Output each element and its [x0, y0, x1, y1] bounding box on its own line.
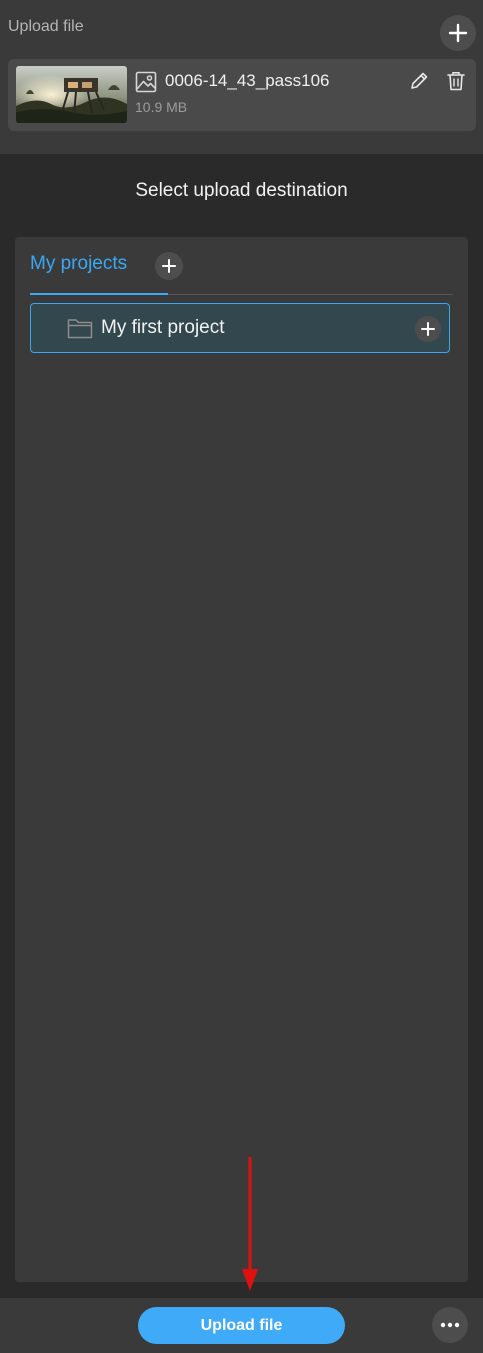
folder-icon — [67, 319, 93, 339]
destination-panel: My projects My first project — [15, 237, 468, 1282]
project-item[interactable]: My first project — [30, 303, 450, 353]
file-section: Upload file 0006-14_43_pass106 10.9 MB — [0, 0, 483, 154]
file-size: 10.9 MB — [135, 99, 188, 115]
tab-bar: My projects — [30, 237, 453, 295]
file-thumbnail — [16, 66, 127, 123]
trash-icon[interactable] — [445, 70, 467, 92]
plus-icon — [162, 259, 176, 273]
action-bar: Upload file — [0, 1298, 483, 1353]
tab-label: My projects — [30, 253, 128, 274]
plus-icon — [421, 322, 435, 336]
add-subfolder-button[interactable] — [415, 316, 441, 342]
file-name: 0006-14_43_pass106 — [165, 71, 330, 90]
plus-icon — [448, 23, 468, 43]
destination-title: Select upload destination — [135, 180, 348, 201]
tab-my-projects[interactable]: My projects — [30, 237, 168, 295]
add-project-button[interactable] — [155, 252, 183, 280]
upload-file-button[interactable]: Upload file — [138, 1307, 345, 1344]
section-title: Upload file — [8, 18, 84, 35]
add-file-button[interactable] — [440, 15, 476, 51]
pencil-icon[interactable] — [408, 70, 430, 92]
file-card: 0006-14_43_pass106 10.9 MB — [8, 59, 476, 131]
ellipsis-icon — [440, 1322, 460, 1328]
project-name: My first project — [101, 317, 225, 338]
image-icon — [135, 71, 157, 93]
more-options-button[interactable] — [432, 1307, 468, 1343]
arrow-down-icon — [242, 1157, 258, 1291]
